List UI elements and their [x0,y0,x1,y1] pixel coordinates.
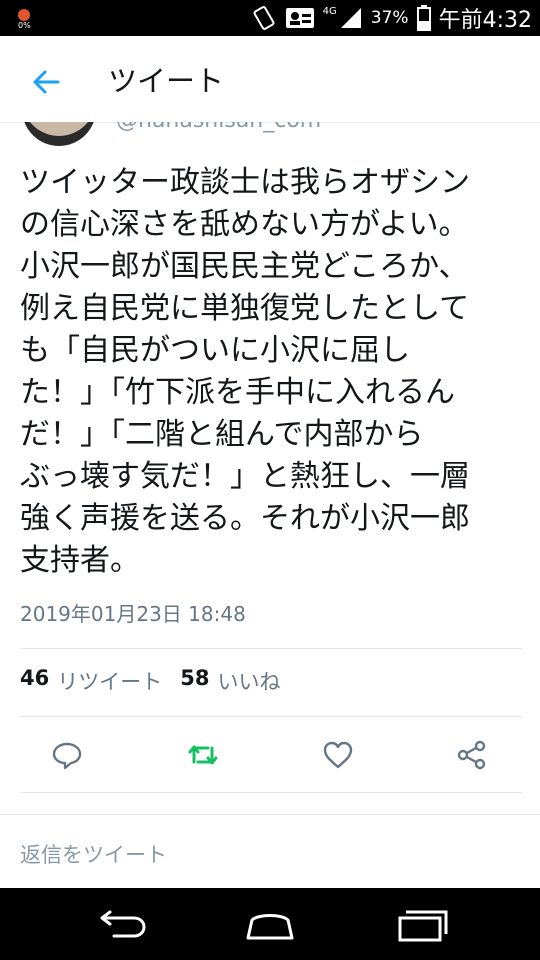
tweet-line: た！」「竹下派を手中に入れるん [20,375,455,410]
system-nav-bar [0,888,540,960]
tweet-timestamp: 2019年01月23日 18:48 [20,602,246,626]
reply-input[interactable]: 返信をツイート [20,839,167,869]
tweet-line: 小沢一郎が国民民主党どころか、 [20,249,469,284]
reply-icon[interactable] [50,738,84,772]
app-notification-icon: 0% [14,6,38,30]
clock: 午前4:32 [438,8,532,33]
page-title: ツイート [108,64,225,98]
top-app-bar: ツイート [0,36,540,123]
share-icon[interactable] [455,738,489,772]
tweet-line: の信心深さを舐めない方がよい。 [20,207,469,242]
reply-bar: 返信をツイート [0,814,540,889]
tweet-line: だ！」「二階と組んで内部から [20,417,424,452]
tweet-line: 支持者。 [20,543,140,578]
like-count: 58 [180,666,210,690]
vibrate-icon [251,5,277,31]
back-arrow-icon[interactable] [28,64,64,100]
divider [20,716,522,717]
battery-icon [416,5,431,31]
tweet-stats: 46 リツイート 58 いいね [20,666,280,696]
retweet-count: 46 [20,666,50,690]
like-label: いいね [217,670,281,694]
signal-icon [339,6,363,30]
tweet-author-row: @nanashisan_com [0,122,540,150]
tweet-line: 例え自民党に単独復党したとして [20,291,470,326]
nav-home-icon[interactable] [240,906,300,944]
svg-text:0%: 0% [18,21,31,30]
retweet-count-link[interactable]: 46 リツイート [20,666,162,696]
tweet-line: も「自民がついに小沢に屈し [20,333,410,368]
tweet-actions [0,730,540,780]
network-type-label: 4G [322,5,337,17]
nav-recents-icon[interactable] [392,906,452,944]
tweet-text: ツイッター政談士は我らオザシン の信心深さを舐めない方がよい。 小沢一郎が国民民… [20,162,524,582]
tweet-line: 強く声援を送る。それが小沢一郎 [20,501,470,536]
tweet-line: ツイッター政談士は我らオザシン [20,165,470,200]
battery-percent: 37% [370,8,409,28]
contact-card-icon [285,6,315,30]
status-bar: 0% 4G 37% 午前4:32 [0,0,540,36]
author-handle[interactable]: @nanashisan_com [116,122,321,133]
heart-icon[interactable] [321,738,355,772]
divider [20,648,522,649]
retweet-label: リツイート [57,670,163,694]
nav-back-icon[interactable] [90,906,150,944]
retweet-icon[interactable] [186,738,220,772]
avatar[interactable] [22,122,96,146]
like-count-link[interactable]: 58 いいね [180,666,280,696]
divider [20,792,522,793]
tweet-line: ぶっ壊す気だ！」と熱狂し、一層 [20,459,470,494]
